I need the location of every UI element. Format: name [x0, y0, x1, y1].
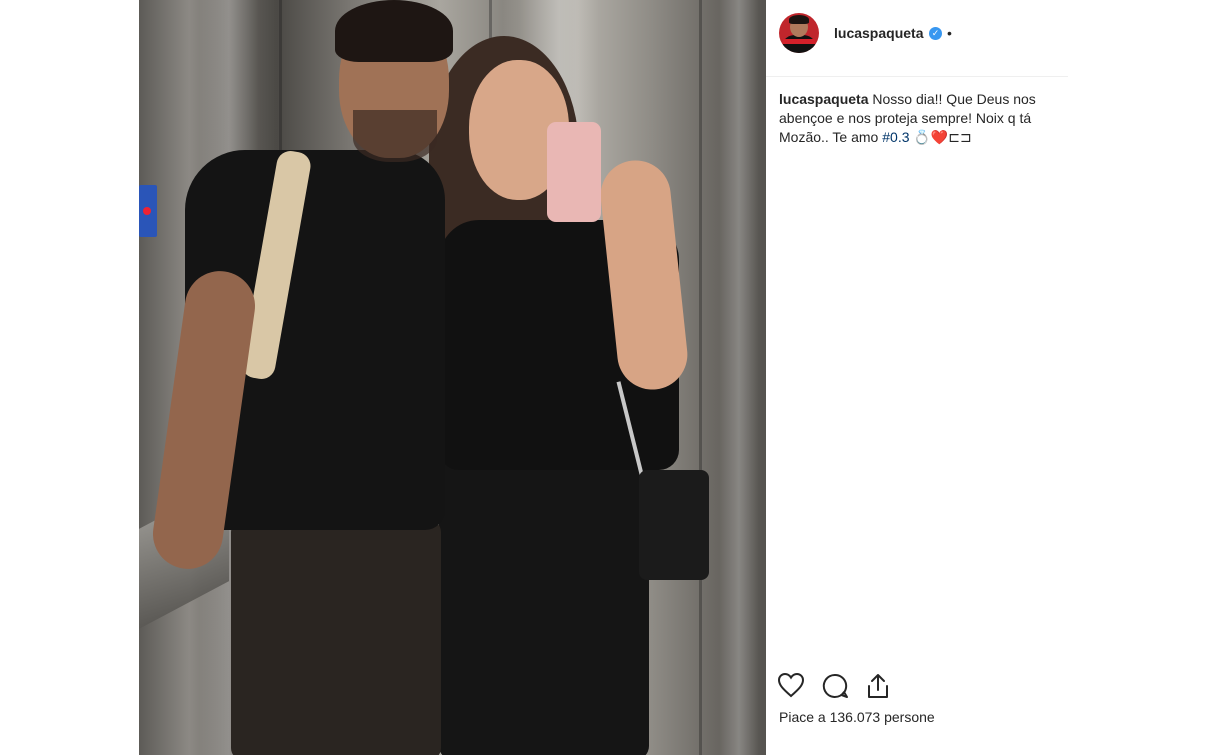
caption-emoji: 💍❤️⊏⊐ — [909, 129, 972, 145]
likes-count[interactable]: Piace a 136.073 persone — [779, 709, 935, 725]
comment-icon[interactable] — [821, 672, 849, 700]
heart-icon[interactable] — [777, 672, 805, 698]
woman-legs — [439, 460, 649, 755]
post-photo[interactable] — [139, 0, 766, 755]
avatar[interactable] — [779, 13, 819, 53]
post-actions — [777, 672, 977, 700]
caption-username[interactable]: lucaspaqueta — [779, 91, 868, 107]
post-username[interactable]: lucaspaqueta — [834, 25, 923, 41]
elevator-sign — [139, 185, 157, 237]
handbag — [639, 470, 709, 580]
share-icon[interactable] — [865, 672, 891, 700]
header-separator: • — [947, 25, 952, 41]
caption-hashtag[interactable]: #0.3 — [882, 129, 909, 145]
phone — [547, 122, 601, 222]
man-hair — [335, 0, 453, 62]
man-beard — [353, 110, 437, 162]
post-caption: lucaspaqueta Nosso dia!! Que Deus nos ab… — [779, 90, 1059, 147]
man-legs — [231, 520, 441, 755]
verified-badge-icon: ✓ — [929, 27, 942, 40]
